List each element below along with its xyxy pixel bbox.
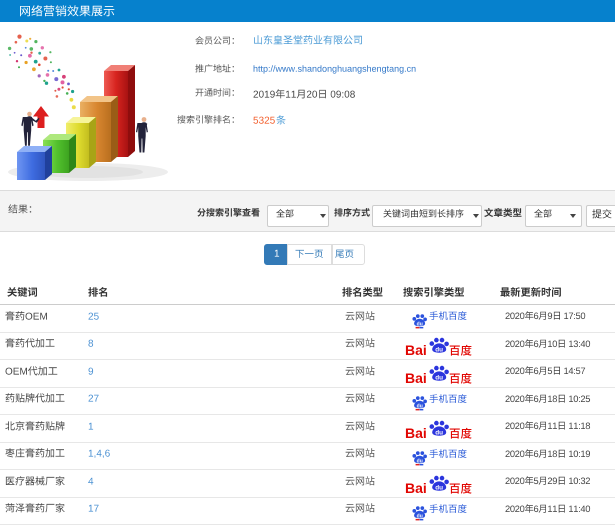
svg-text:du: du [417, 514, 423, 520]
svg-text:du: du [435, 429, 443, 436]
svg-text:du: du [417, 321, 423, 327]
svg-text:Bai: Bai [405, 480, 427, 496]
svg-text:Bai: Bai [405, 342, 427, 358]
svg-text:Bai: Bai [405, 369, 427, 385]
svg-text:du: du [417, 459, 423, 465]
svg-text:du: du [435, 347, 443, 354]
svg-text:du: du [435, 374, 443, 381]
svg-text:du: du [435, 484, 443, 491]
svg-text:Bai: Bai [405, 424, 427, 440]
svg-text:du: du [417, 403, 423, 409]
